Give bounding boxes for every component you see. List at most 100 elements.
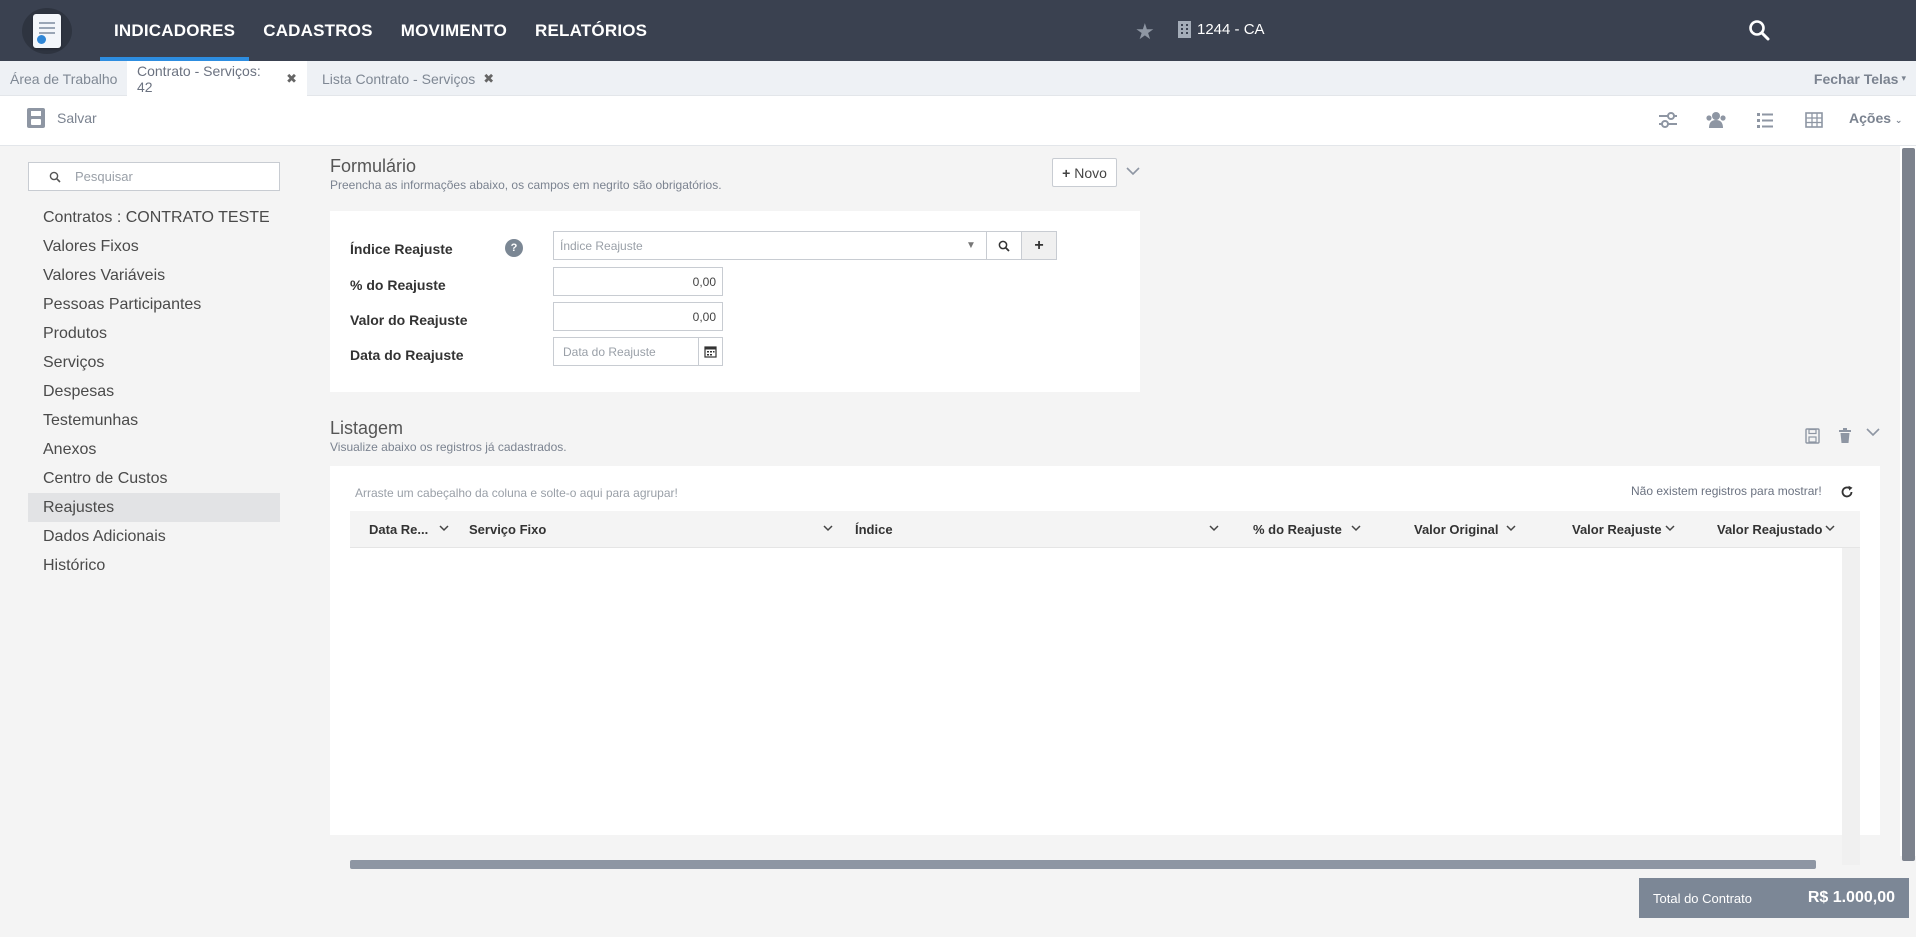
- contract-total-bar: Total do Contrato R$ 1.000,00: [1639, 878, 1909, 918]
- col-valor-original[interactable]: Valor Original: [1414, 511, 1499, 548]
- search-icon: [49, 171, 61, 183]
- chevron-down-icon[interactable]: [822, 523, 834, 533]
- valor-input[interactable]: [553, 302, 723, 331]
- search-icon: [998, 240, 1010, 252]
- sidebar-search: [28, 162, 280, 191]
- save-layout-icon[interactable]: [1805, 428, 1820, 444]
- toolbar: Salvar Ações ⌄: [0, 96, 1916, 146]
- calendar-icon[interactable]: [698, 338, 722, 365]
- plus-icon: +: [1062, 164, 1071, 181]
- sidebar-list: Contratos : CONTRATO TESTE Valores Fixos…: [28, 203, 280, 580]
- caret-down-icon: ▾: [1901, 73, 1906, 83]
- total-value: R$ 1.000,00: [1807, 889, 1895, 906]
- nav-movimento[interactable]: MOVIMENTO: [387, 0, 521, 61]
- sidebar-item-produtos[interactable]: Produtos: [28, 319, 280, 348]
- list-icon[interactable]: [1754, 110, 1776, 130]
- indice-select[interactable]: Índice Reajuste ▼ +: [553, 231, 1057, 260]
- filters-icon[interactable]: [1657, 110, 1679, 130]
- sidebar-item-valores-fixos[interactable]: Valores Fixos: [28, 232, 280, 261]
- sidebar-item-pessoas[interactable]: Pessoas Participantes: [28, 290, 280, 319]
- search-icon[interactable]: [1748, 19, 1770, 41]
- sidebar-item-contratos[interactable]: Contratos : CONTRATO TESTE: [28, 203, 280, 232]
- tab-contrato-servicos[interactable]: Contrato - Serviços: 42 ✖: [127, 61, 307, 96]
- caret-down-icon[interactable]: ▼: [966, 240, 986, 251]
- users-icon[interactable]: [1705, 110, 1727, 130]
- company-selector[interactable]: 1244 - CA: [1178, 21, 1265, 38]
- col-percent-reajuste[interactable]: % do Reajuste: [1253, 511, 1342, 548]
- percent-input[interactable]: [553, 267, 723, 296]
- chevron-down-icon[interactable]: [1126, 166, 1140, 176]
- tabs-bar: Área de Trabalho Contrato - Serviços: 42…: [0, 61, 1916, 96]
- listing-subtitle: Visualize abaixo os registros já cadastr…: [330, 440, 567, 454]
- chevron-down-icon[interactable]: [438, 523, 450, 533]
- sidebar-item-historico[interactable]: Histórico: [28, 551, 280, 580]
- document-icon: [33, 14, 61, 48]
- date-placeholder: Data do Reajuste: [563, 344, 656, 359]
- nav-indicadores[interactable]: INDICADORES: [100, 0, 250, 61]
- save-label: Salvar: [57, 110, 97, 126]
- sidebar-item-dados-adicionais[interactable]: Dados Adicionais: [28, 522, 280, 551]
- star-icon[interactable]: ★: [1135, 19, 1155, 45]
- indice-placeholder: Índice Reajuste: [560, 238, 643, 253]
- grid-vertical-scrollbar[interactable]: [1842, 548, 1860, 865]
- nav-cadastros[interactable]: CADASTROS: [249, 0, 386, 61]
- valor-label: Valor do Reajuste: [350, 312, 468, 328]
- nav-relatorios[interactable]: RELATÓRIOS: [521, 0, 661, 61]
- chevron-down-icon[interactable]: [1824, 523, 1836, 533]
- table-icon[interactable]: [1803, 110, 1825, 130]
- chevron-down-icon[interactable]: [1866, 427, 1880, 437]
- sidebar-item-servicos[interactable]: Serviços: [28, 348, 280, 377]
- chevron-down-icon: ⌄: [1894, 115, 1903, 125]
- group-drag-hint[interactable]: Arraste um cabeçalho da coluna e solte-o…: [355, 486, 678, 500]
- sidebar-item-testemunhas[interactable]: Testemunhas: [28, 406, 280, 435]
- sidebar-item-reajustes[interactable]: Reajustes: [28, 493, 280, 522]
- total-label: Total do Contrato: [1653, 890, 1753, 906]
- date-field[interactable]: Data do Reajuste: [553, 337, 723, 366]
- actions-label: Ações: [1849, 110, 1892, 126]
- tab-lista-contrato[interactable]: Lista Contrato - Serviços ✖: [312, 61, 504, 96]
- indice-add-button[interactable]: +: [1021, 232, 1056, 259]
- trash-icon[interactable]: [1838, 428, 1852, 444]
- chevron-down-icon[interactable]: [1208, 523, 1220, 533]
- app-logo[interactable]: [22, 8, 72, 54]
- col-data-reajuste[interactable]: Data Re...: [369, 511, 428, 548]
- actions-menu[interactable]: Ações ⌄: [1849, 110, 1902, 126]
- indice-search-button[interactable]: [986, 232, 1021, 259]
- close-icon[interactable]: ✖: [483, 71, 494, 87]
- form-subtitle: Preencha as informações abaixo, os campo…: [330, 178, 722, 192]
- close-all-tabs-button[interactable]: Fechar Telas ▾: [1814, 61, 1906, 96]
- new-button[interactable]: + Novo: [1052, 158, 1117, 187]
- page-scrollbar-thumb[interactable]: [1902, 148, 1915, 861]
- chevron-down-icon[interactable]: [1664, 523, 1676, 533]
- floppy-icon: [27, 108, 45, 128]
- save-button[interactable]: Salvar: [27, 108, 97, 128]
- form-title: Formulário: [330, 156, 417, 176]
- sidebar-search-input[interactable]: [75, 169, 255, 184]
- top-navbar: INDICADORES CADASTROS MOVIMENTO RELATÓRI…: [0, 0, 1916, 61]
- tab-label: Área de Trabalho: [10, 70, 118, 87]
- sidebar-item-centro-de-custos[interactable]: Centro de Custos: [28, 464, 280, 493]
- sidebar-item-valores-variaveis[interactable]: Valores Variáveis: [28, 261, 280, 290]
- main-nav: INDICADORES CADASTROS MOVIMENTO RELATÓRI…: [100, 0, 661, 61]
- chevron-down-icon[interactable]: [1505, 523, 1517, 533]
- sidebar-item-anexos[interactable]: Anexos: [28, 435, 280, 464]
- tab-label: Lista Contrato - Serviços: [322, 70, 476, 87]
- tab-area-de-trabalho[interactable]: Área de Trabalho: [0, 61, 127, 96]
- percent-label: % do Reajuste: [350, 277, 446, 293]
- col-valor-reajustado[interactable]: Valor Reajustado: [1717, 511, 1822, 548]
- sidebar-item-despesas[interactable]: Despesas: [28, 377, 280, 406]
- close-all-label: Fechar Telas: [1813, 70, 1899, 87]
- company-label: 1244 - CA: [1197, 21, 1265, 38]
- col-indice[interactable]: Índice: [855, 511, 893, 548]
- col-servico-fixo[interactable]: Serviço Fixo: [469, 511, 546, 548]
- listing-title: Listagem: [330, 418, 404, 438]
- indice-label: Índice Reajuste: [350, 241, 453, 257]
- grid-horizontal-scrollbar[interactable]: [350, 860, 1816, 869]
- chevron-down-icon[interactable]: [1350, 523, 1362, 533]
- refresh-icon[interactable]: [1840, 485, 1854, 499]
- help-icon[interactable]: ?: [505, 239, 523, 257]
- tab-label: Contrato - Serviços: 42: [137, 62, 261, 95]
- new-button-label: Novo: [1074, 164, 1107, 181]
- close-icon[interactable]: ✖: [286, 71, 297, 87]
- col-valor-reajuste[interactable]: Valor Reajuste: [1572, 511, 1662, 548]
